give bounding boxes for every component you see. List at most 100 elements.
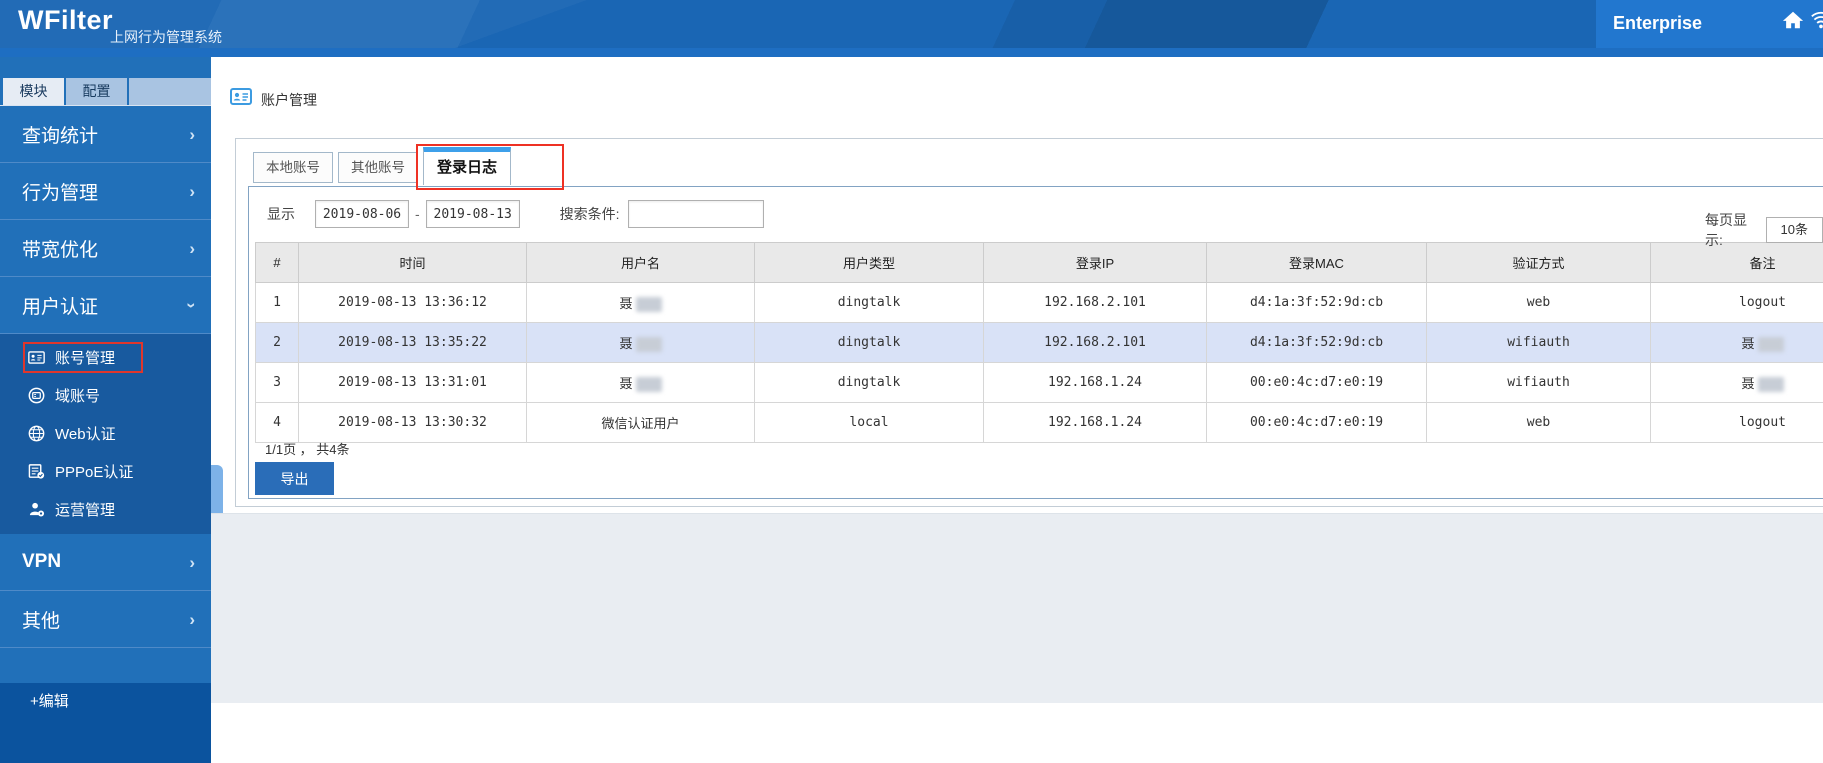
account-card-icon xyxy=(230,88,252,105)
edition-label: Enterprise xyxy=(1613,13,1702,34)
table-cell: 聂 xyxy=(527,363,755,403)
page-size-select[interactable]: 10条 xyxy=(1766,217,1823,243)
table-cell: 2019-08-13 13:30:32 xyxy=(299,403,527,443)
date-from-input[interactable] xyxy=(315,200,409,228)
login-log-table-wrap: #时间用户名用户类型登录IP登录MAC验证方式备注 12019-08-13 13… xyxy=(255,242,1823,443)
column-header: # xyxy=(256,243,299,283)
table-cell: 00:e0:4c:d7:e0:19 xyxy=(1207,363,1427,403)
app-logo: WFilter xyxy=(18,5,113,36)
login-log-table: #时间用户名用户类型登录IP登录MAC验证方式备注 12019-08-13 13… xyxy=(255,242,1823,443)
column-header: 登录MAC xyxy=(1207,243,1427,283)
table-cell: 聂 xyxy=(527,283,755,323)
page-size-control: 每页显示: 10条 xyxy=(1705,210,1823,250)
table-cell: 2 xyxy=(256,323,299,363)
tab-other-accounts[interactable]: 其他账号 xyxy=(338,152,418,183)
sidebar-tab-filler xyxy=(129,78,211,105)
search-label: 搜索条件: xyxy=(560,204,620,224)
top-header: WFilter 上网行为管理系统 Enterprise xyxy=(0,0,1823,57)
content-panel: 本地账号 其他账号 登录日志 显示 - 搜索条件: #时间用户名用户类型登录IP… xyxy=(235,138,1823,507)
sidebar-item-behavior-mgmt[interactable]: 行为管理 xyxy=(0,163,211,220)
redaction-smudge xyxy=(636,297,662,312)
sidebar-item-account-mgmt[interactable]: 账号管理 xyxy=(0,338,211,376)
sidebar-item-bandwidth[interactable]: 带宽优化 xyxy=(0,220,211,277)
table-cell: wifiauth xyxy=(1427,323,1651,363)
domain-account-icon xyxy=(28,387,45,404)
annotation-box-account-mgmt: 账号管理 xyxy=(23,342,143,373)
redaction-smudge xyxy=(1758,377,1784,392)
table-head-row: #时间用户名用户类型登录IP登录MAC验证方式备注 xyxy=(256,243,1823,283)
wifi-icon[interactable] xyxy=(1810,9,1823,31)
show-label: 显示 xyxy=(267,204,295,224)
table-cell: 1 xyxy=(256,283,299,323)
sidebar-item-domain-account[interactable]: 域账号 xyxy=(0,376,211,414)
globe-icon xyxy=(28,425,45,442)
tab-local-accounts[interactable]: 本地账号 xyxy=(253,152,333,183)
table-cell: wifiauth xyxy=(1427,363,1651,403)
table-cell: d4:1a:3f:52:9d:cb xyxy=(1207,283,1427,323)
table-row[interactable]: 42019-08-13 13:30:32微信认证用户local192.168.1… xyxy=(256,403,1823,443)
app-subtitle: 上网行为管理系统 xyxy=(110,27,222,47)
sidebar-item-pppoe-auth[interactable]: PPPoE认证 xyxy=(0,452,211,490)
chevron-right-icon xyxy=(189,126,195,143)
sidebar-tab-config[interactable]: 配置 xyxy=(66,78,127,105)
sidebar-subitem-label: 域账号 xyxy=(55,385,100,406)
sidebar-subitem-label: PPPoE认证 xyxy=(55,461,133,482)
chevron-right-icon xyxy=(189,611,195,628)
sidebar-footer-edit[interactable]: +编辑 xyxy=(0,683,211,763)
table-cell: logout xyxy=(1651,403,1823,443)
chevron-right-icon xyxy=(189,183,195,200)
date-to-input[interactable] xyxy=(426,200,520,228)
pagination-info: 1/1页 ， 共4条 xyxy=(265,439,350,458)
table-cell: web xyxy=(1427,283,1651,323)
sidebar-item-vpn[interactable]: VPN xyxy=(0,534,211,591)
id-card-icon xyxy=(28,349,45,366)
table-cell: 聂 xyxy=(1651,323,1823,363)
table-cell: 192.168.1.24 xyxy=(984,403,1207,443)
search-input[interactable] xyxy=(628,200,764,228)
sidebar-item-operation-mgmt[interactable]: 运营管理 xyxy=(0,490,211,528)
sidebar-item-web-auth[interactable]: Web认证 xyxy=(0,414,211,452)
redaction-smudge xyxy=(1758,337,1784,352)
table-cell: 2019-08-13 13:31:01 xyxy=(299,363,527,403)
table-cell: d4:1a:3f:52:9d:cb xyxy=(1207,323,1427,363)
sidebar-item-label: 行为管理 xyxy=(22,178,98,205)
redaction-smudge xyxy=(636,377,662,392)
table-cell: 192.168.2.101 xyxy=(984,323,1207,363)
page-footer-area xyxy=(211,513,1823,703)
table-row[interactable]: 22019-08-13 13:35:22聂dingtalk192.168.2.1… xyxy=(256,323,1823,363)
table-cell: 00:e0:4c:d7:e0:19 xyxy=(1207,403,1427,443)
table-cell: 聂 xyxy=(1651,363,1823,403)
sidebar-subitem-label: Web认证 xyxy=(55,423,116,444)
sidebar-submenu-user-auth: 账号管理 域账号 Web认证 xyxy=(0,334,211,534)
home-icon[interactable] xyxy=(1782,9,1804,31)
sidebar-item-query-stats[interactable]: 查询统计 xyxy=(0,106,211,163)
column-header: 用户名 xyxy=(527,243,755,283)
export-button[interactable]: 导出 xyxy=(255,462,334,495)
table-row[interactable]: 32019-08-13 13:31:01聂dingtalk192.168.1.2… xyxy=(256,363,1823,403)
header-bottom-strip xyxy=(0,48,1823,57)
table-cell: 192.168.2.101 xyxy=(984,283,1207,323)
table-cell: 2019-08-13 13:35:22 xyxy=(299,323,527,363)
table-cell: dingtalk xyxy=(755,363,984,403)
table-cell: dingtalk xyxy=(755,323,984,363)
page-title: 账户管理 xyxy=(261,90,317,110)
table-cell: 4 xyxy=(256,403,299,443)
chevron-right-icon xyxy=(189,554,195,571)
column-header: 验证方式 xyxy=(1427,243,1651,283)
sidebar-tab-modules[interactable]: 模块 xyxy=(3,78,64,105)
column-header: 用户类型 xyxy=(755,243,984,283)
sidebar-item-other[interactable]: 其他 xyxy=(0,591,211,648)
login-log-pane: 显示 - 搜索条件: #时间用户名用户类型登录IP登录MAC验证方式备注 120… xyxy=(248,186,1823,499)
sidebar-item-label: VPN xyxy=(22,551,61,573)
sidebar-item-user-auth[interactable]: 用户认证 xyxy=(0,277,211,334)
sidebar-subitem-label: 账号管理 xyxy=(55,347,115,368)
doc-check-icon xyxy=(28,463,45,480)
table-row[interactable]: 12019-08-13 13:36:12聂dingtalk192.168.2.1… xyxy=(256,283,1823,323)
table-cell: web xyxy=(1427,403,1651,443)
header-right-section: Enterprise xyxy=(1596,0,1823,48)
chevron-right-icon xyxy=(189,240,195,257)
chevron-down-icon xyxy=(184,302,201,308)
page-size-label: 每页显示: xyxy=(1705,210,1759,250)
table-cell: 聂 xyxy=(527,323,755,363)
table-cell: 3 xyxy=(256,363,299,403)
